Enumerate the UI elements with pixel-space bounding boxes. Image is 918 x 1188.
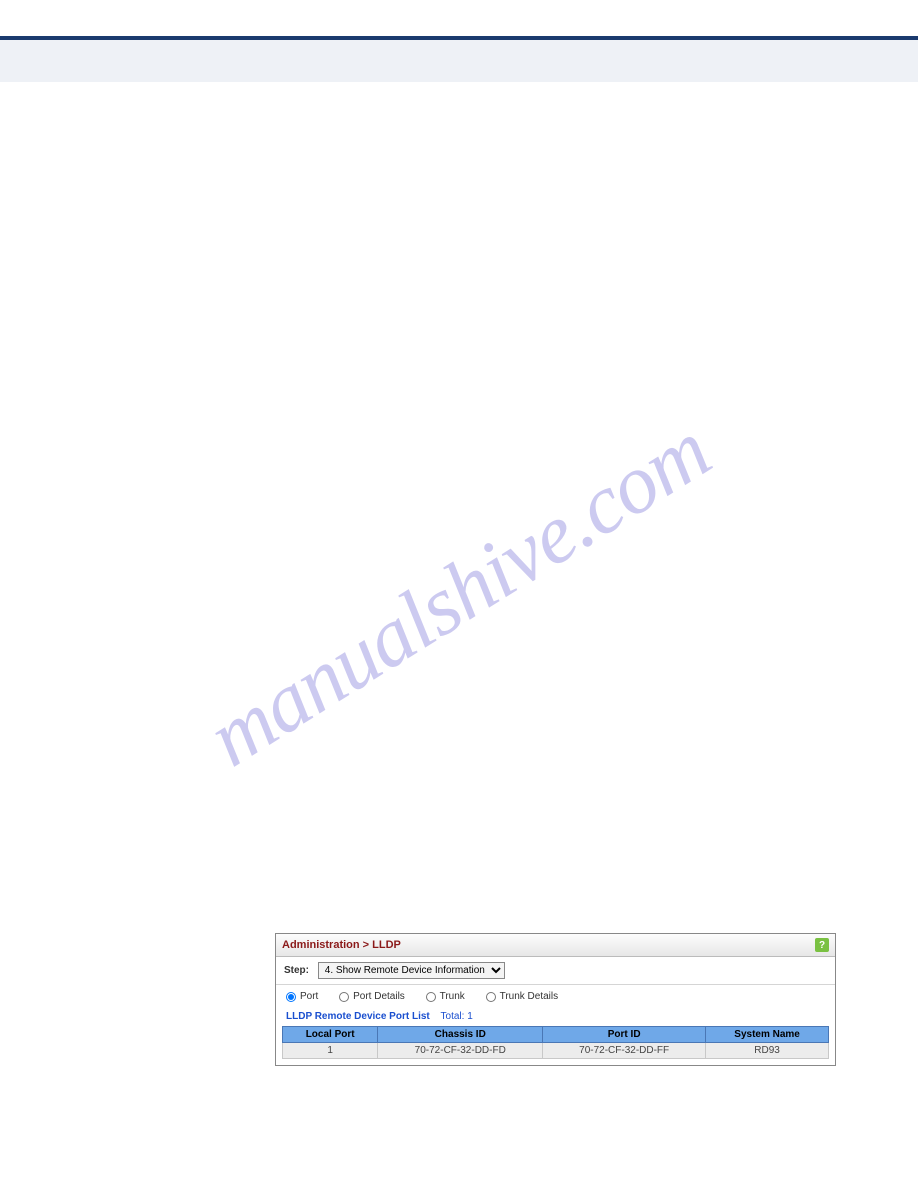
radio-trunk[interactable] (426, 992, 436, 1002)
list-title-text: LLDP Remote Device Port List (286, 1011, 430, 1022)
radio-port-label: Port (300, 991, 318, 1002)
cell-chassis-id: 70-72-CF-32-DD-FD (378, 1042, 543, 1058)
radio-trunk-label: Trunk (440, 991, 465, 1002)
col-chassis-id: Chassis ID (378, 1026, 543, 1042)
cell-port-id: 70-72-CF-32-DD-FF (543, 1042, 706, 1058)
help-icon[interactable]: ? (815, 938, 829, 952)
watermark-text: manualshive.com (191, 402, 726, 787)
col-system-name: System Name (706, 1026, 829, 1042)
lldp-table: Local Port Chassis ID Port ID System Nam… (282, 1026, 829, 1059)
table-header-row: Local Port Chassis ID Port ID System Nam… (283, 1026, 829, 1042)
header-band (0, 40, 918, 82)
breadcrumb: Administration > LLDP (282, 939, 401, 951)
col-port-id: Port ID (543, 1026, 706, 1042)
radio-port[interactable] (286, 992, 296, 1002)
list-total-label: Total: (441, 1011, 465, 1022)
radio-trunk-details[interactable] (486, 992, 496, 1002)
cell-local-port: 1 (283, 1042, 378, 1058)
cell-system-name: RD93 (706, 1042, 829, 1058)
step-label: Step: (284, 965, 309, 976)
lldp-panel: Administration > LLDP ? Step: 4. Show Re… (275, 933, 836, 1066)
panel-header: Administration > LLDP ? (276, 934, 835, 957)
radio-port-details-label: Port Details (353, 991, 405, 1002)
table-row: 1 70-72-CF-32-DD-FD 70-72-CF-32-DD-FF RD… (283, 1042, 829, 1058)
step-row: Step: 4. Show Remote Device Information (276, 957, 835, 985)
radio-row: Port Port Details Trunk Trunk Details (276, 985, 835, 1011)
radio-port-details[interactable] (339, 992, 349, 1002)
list-title: LLDP Remote Device Port List Total: 1 (276, 1011, 835, 1026)
step-select[interactable]: 4. Show Remote Device Information (318, 962, 505, 979)
radio-trunk-details-label: Trunk Details (500, 991, 559, 1002)
col-local-port: Local Port (283, 1026, 378, 1042)
list-total-value: 1 (467, 1011, 473, 1022)
